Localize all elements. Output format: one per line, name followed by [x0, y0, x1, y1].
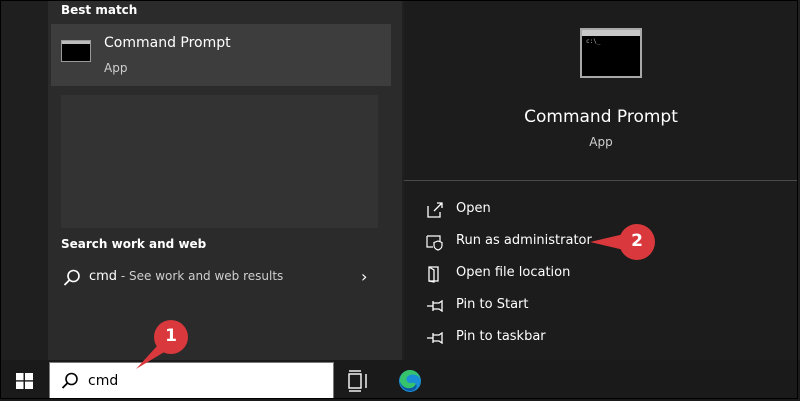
image-border	[0, 0, 798, 399]
